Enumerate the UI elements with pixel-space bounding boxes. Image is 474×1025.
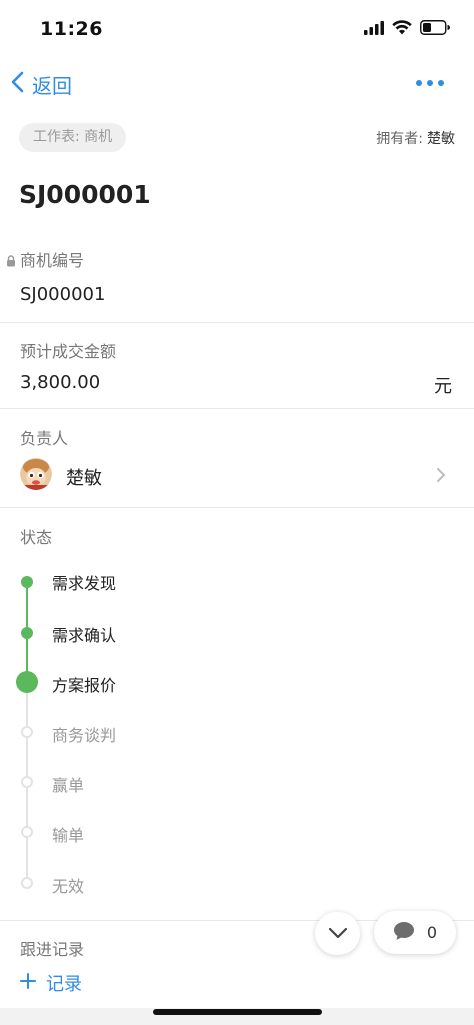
status-step-label: 需求发现 bbox=[52, 574, 117, 593]
followup-label: 跟进记录 bbox=[20, 940, 85, 959]
owner-info: 拥有者: 楚敏 bbox=[376, 128, 455, 148]
comment-count: 0 bbox=[426, 923, 438, 942]
chevron-left-icon bbox=[10, 70, 26, 99]
record-title: SJ000001 bbox=[19, 180, 151, 209]
status-step-label: 赢单 bbox=[52, 776, 85, 795]
expected-amount-label: 预计成交金额 bbox=[20, 342, 117, 361]
status-label: 状态 bbox=[20, 528, 53, 547]
step-pending-icon bbox=[21, 776, 33, 788]
divider bbox=[0, 507, 474, 508]
battery-icon bbox=[420, 20, 450, 39]
step-done-icon bbox=[21, 627, 33, 639]
step-pending-icon bbox=[21, 877, 33, 889]
opportunity-id-label: 商机编号 bbox=[20, 251, 85, 270]
worksheet-tag: 工作表: 商机 bbox=[19, 123, 127, 152]
add-record-button[interactable]: 记录 bbox=[20, 970, 82, 996]
scroll-down-button[interactable] bbox=[315, 912, 360, 955]
status-step-5[interactable]: 赢单 bbox=[0, 762, 474, 802]
status-step-label: 输单 bbox=[52, 826, 85, 845]
step-done-icon bbox=[21, 576, 33, 588]
lock-icon bbox=[6, 252, 16, 271]
owner-label: 拥有者: bbox=[376, 131, 423, 147]
status-icons bbox=[364, 20, 450, 39]
status-step-label: 无效 bbox=[52, 877, 85, 896]
status-step-4[interactable]: 商务谈判 bbox=[0, 712, 474, 752]
currency-unit: 元 bbox=[434, 376, 452, 397]
assignee-label: 负责人 bbox=[20, 429, 69, 448]
back-button[interactable]: 返回 bbox=[10, 70, 72, 99]
status-bar: 11:26 bbox=[0, 0, 474, 60]
add-record-label: 记录 bbox=[46, 974, 82, 995]
status-step-label: 方案报价 bbox=[52, 676, 117, 695]
step-pending-icon bbox=[21, 826, 33, 838]
more-dots-icon bbox=[416, 80, 422, 86]
assignee-row[interactable]: 楚敏 bbox=[0, 452, 474, 500]
status-step-1[interactable]: 需求发现 bbox=[0, 560, 474, 600]
expected-amount-value: 3,800.00 bbox=[20, 372, 101, 393]
status-step-label: 需求确认 bbox=[52, 626, 117, 645]
avatar bbox=[20, 458, 52, 490]
owner-name: 楚敏 bbox=[427, 131, 455, 147]
status-time: 11:26 bbox=[40, 18, 103, 40]
plus-icon bbox=[20, 972, 36, 994]
status-step-6[interactable]: 输单 bbox=[0, 812, 474, 852]
cellular-signal-icon bbox=[364, 20, 384, 39]
divider bbox=[0, 322, 474, 323]
status-step-2[interactable]: 需求确认 bbox=[0, 612, 474, 652]
step-pending-icon bbox=[21, 726, 33, 738]
comment-icon bbox=[393, 921, 415, 945]
assignee-name: 楚敏 bbox=[66, 468, 102, 489]
divider bbox=[0, 408, 474, 409]
step-current-icon bbox=[16, 671, 38, 693]
back-label: 返回 bbox=[32, 74, 72, 98]
wifi-icon bbox=[392, 20, 412, 39]
status-step-7[interactable]: 无效 bbox=[0, 863, 474, 903]
home-indicator[interactable] bbox=[153, 1009, 322, 1015]
status-step-label: 商务谈判 bbox=[52, 726, 117, 745]
comments-button[interactable]: 0 bbox=[374, 911, 456, 954]
more-options-button[interactable] bbox=[416, 74, 444, 92]
opportunity-id-value: SJ000001 bbox=[20, 284, 106, 305]
navigation-bar: 返回 bbox=[0, 62, 474, 106]
chevron-down-icon bbox=[328, 924, 348, 943]
chevron-right-icon bbox=[436, 467, 446, 487]
status-step-3[interactable]: 方案报价 bbox=[0, 662, 474, 702]
